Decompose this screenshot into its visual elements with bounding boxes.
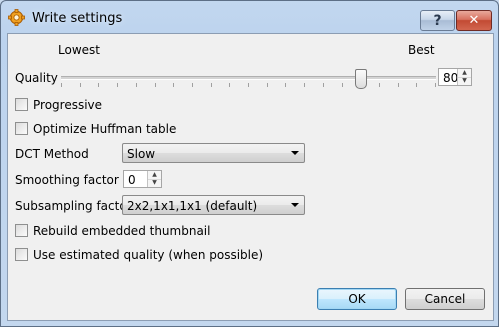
slider-tick [155,83,156,87]
quality-best-label: Best [408,43,435,57]
slider-tick [342,83,343,87]
slider-tick [173,83,174,87]
quality-label: Quality [15,71,58,85]
slider-tick [379,83,380,87]
slider-tick [80,83,81,87]
slider-tick [398,83,399,87]
slider-tick [211,83,212,87]
dialog-body: Lowest Best Quality 80 ▲ ▼ Progressive O… [7,33,494,321]
dct-method-label: DCT Method [15,147,89,161]
cancel-button[interactable]: Cancel [405,288,485,310]
slider-tick [61,83,62,87]
close-button[interactable]: ✕ [456,10,492,31]
slider-tick [435,83,436,87]
slider-tick [136,83,137,87]
quality-lowest-label: Lowest [58,43,100,57]
slider-tick [304,83,305,87]
subsampling-factor-value: 2x2,1x1,1x1 (default) [127,199,258,213]
smoothing-factor-spinbox[interactable]: 0 ▲ ▼ [123,170,162,188]
title-bar[interactable]: Write settings ? ✕ [1,1,498,33]
close-icon: ✕ [468,13,480,28]
smoothing-factor-label: Smoothing factor [15,173,119,187]
slider-tick [229,83,230,87]
slider-tick [285,83,286,87]
write-settings-dialog: Write settings ? ✕ Lowest Best Quality 8… [0,0,499,327]
dct-method-select[interactable]: Slow [122,143,305,163]
chevron-down-icon [291,151,299,155]
progressive-checkbox[interactable] [15,98,28,111]
slider-tick [192,83,193,87]
estimated-quality-checkbox[interactable] [15,248,28,261]
window-title: Write settings [32,11,123,26]
help-icon: ? [433,12,442,29]
spin-down-icon[interactable]: ▼ [458,77,471,85]
progressive-label: Progressive [33,98,103,112]
optimize-huffman-label: Optimize Huffman table [33,122,177,136]
quality-slider-track[interactable] [61,76,436,80]
help-button[interactable]: ? [420,10,455,31]
gear-icon [8,9,25,26]
quality-spin-arrows: ▲ ▼ [457,69,471,85]
slider-tick [267,83,268,87]
estimated-quality-label: Use estimated quality (when possible) [33,248,264,262]
slider-tick [323,83,324,87]
smoothing-spin-arrows: ▲ ▼ [147,171,161,187]
subsampling-factor-select[interactable]: 2x2,1x1,1x1 (default) [122,195,305,215]
smoothing-factor-value: 0 [128,173,136,187]
rebuild-thumbnail-checkbox[interactable] [15,224,28,237]
spin-down-icon[interactable]: ▼ [148,179,161,187]
optimize-huffman-checkbox[interactable] [15,122,28,135]
slider-tick [117,83,118,87]
slider-tick [98,83,99,87]
slider-tick [416,83,417,87]
chevron-down-icon [291,203,299,207]
subsampling-factor-label: Subsampling factor [15,199,132,213]
quality-value: 80 [443,71,459,85]
dct-method-value: Slow [127,147,156,161]
slider-tick [248,83,249,87]
ok-button[interactable]: OK [317,288,397,310]
quality-spinbox[interactable]: 80 ▲ ▼ [438,68,472,86]
rebuild-thumbnail-label: Rebuild embedded thumbnail [33,224,211,238]
quality-slider-thumb[interactable] [355,69,367,89]
